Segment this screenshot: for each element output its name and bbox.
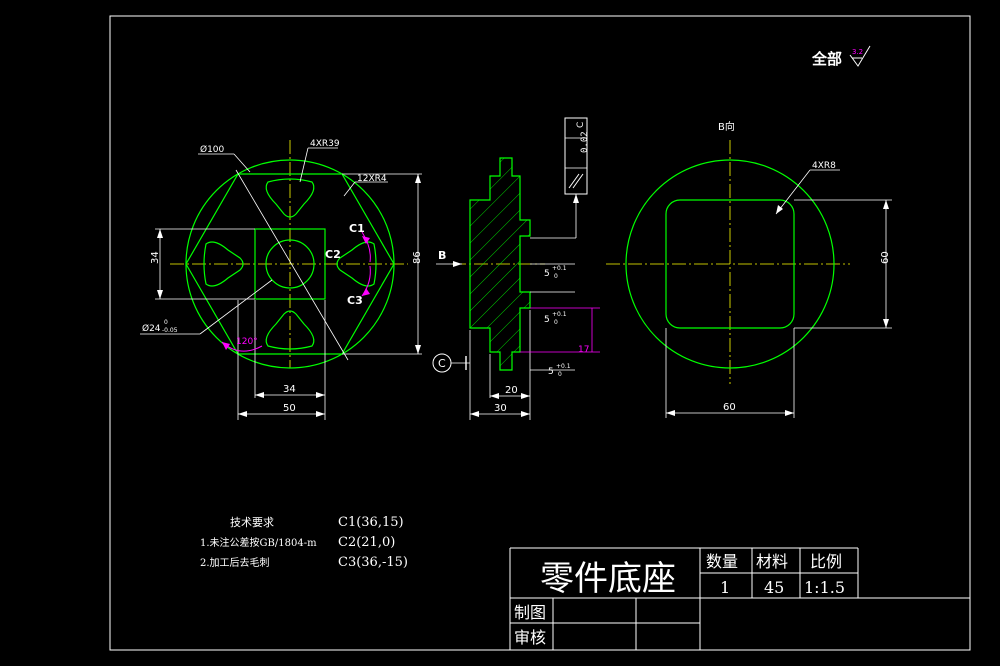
dim-20: 20: [505, 385, 518, 396]
scale-value: 1:1.5: [804, 578, 845, 597]
drawing-sheet: 全部 3.2 Ø100 4XR39 12XR4 C1 C2 C3 34 86 Ø…: [109, 15, 971, 651]
dim-60-vertical: 60: [880, 251, 891, 264]
qty-label: 数量: [706, 552, 738, 571]
dim-50: 50: [283, 403, 296, 414]
part-name: 零件底座: [540, 559, 676, 599]
roughness-value: 3.2: [852, 48, 863, 56]
bore-label: Ø24: [142, 323, 161, 334]
coord-c2: C2(21,0): [338, 535, 395, 550]
b-view: B向 4XR8 60 60: [606, 120, 892, 418]
dim-34-vertical: 34: [150, 251, 161, 264]
dim-5c: 5: [548, 367, 554, 377]
front-view: Ø100 4XR39 12XR4 C1 C2 C3 34 86 Ø24 0 -0…: [140, 139, 423, 420]
drawn-label: 制图: [514, 603, 546, 622]
r4-label: 12XR4: [357, 174, 387, 184]
angle-120-label: 120°: [236, 337, 258, 347]
dim-5a-tol-lower: 0: [554, 273, 558, 280]
dim-5b-tol-lower: 0: [554, 319, 558, 326]
dim-5c-tol-lower: 0: [558, 371, 562, 378]
coord-c1: C1(36,15): [338, 515, 404, 530]
dia-leader: [235, 169, 349, 361]
tech-req-item-1: 1.未注公差按GB/1804-m: [200, 536, 317, 549]
c2-label: C2: [325, 248, 341, 261]
view-arrow-b: B: [438, 249, 446, 262]
parallelism-icon: [568, 173, 584, 189]
flatness-frame: [564, 117, 588, 195]
datum-c-label: C: [438, 357, 446, 370]
material-label: 材料: [756, 552, 788, 571]
dim-17: 17: [578, 345, 589, 355]
r8-label: 4XR8: [812, 161, 836, 171]
dim-5b-tol-upper: +0.1: [552, 311, 567, 318]
b-view-title: B向: [718, 120, 735, 133]
coord-c3: C3(36,-15): [338, 555, 408, 570]
r39-label: 4XR39: [310, 139, 340, 149]
dim-5c-tol-upper: +0.1: [556, 363, 571, 370]
dim-60-horizontal: 60: [723, 402, 736, 413]
flatness-datum: C: [576, 122, 586, 128]
dia-100-label: Ø100: [200, 144, 225, 155]
dim-5a: 5: [544, 269, 550, 279]
roughness-label: 全部: [811, 50, 842, 68]
checked-label: 审核: [514, 628, 546, 647]
flatness-value: 0.02: [580, 131, 590, 153]
dim-86: 86: [412, 251, 423, 264]
tech-req-title: 技术要求: [230, 516, 274, 529]
tech-req-item-2: 2.加工后去毛刺: [200, 557, 270, 569]
section-view: 0.02 C C B 5 +0.1 0 5 +0.1 0 17 5 +0.1 0…: [432, 117, 600, 420]
scale-label: 比例: [810, 552, 842, 571]
material-value: 45: [764, 578, 784, 597]
dim-5a-tol-upper: +0.1: [552, 265, 567, 272]
dim-5b: 5: [544, 315, 550, 325]
qty-value: 1: [720, 578, 730, 597]
c1-label: C1: [349, 222, 365, 235]
c3-label: C3: [347, 294, 363, 307]
bore-tol-upper: 0: [164, 319, 168, 326]
bore-tol-lower: -0.05: [162, 327, 178, 334]
dim-30: 30: [494, 403, 507, 414]
dim-34-horizontal: 34: [283, 384, 296, 395]
